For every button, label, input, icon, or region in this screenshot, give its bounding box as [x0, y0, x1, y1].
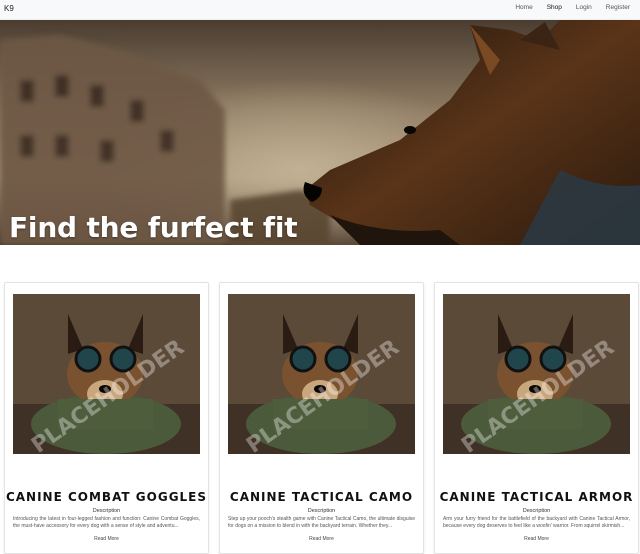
nav-link-home[interactable]: Home	[515, 4, 532, 11]
product-description: Arm your furry friend for the battlefiel…	[443, 516, 630, 529]
hero-banner: Find the furfect fit	[0, 20, 640, 245]
product-subtitle: Description	[522, 508, 551, 514]
read-more-link[interactable]: Read More	[435, 536, 638, 542]
product-description: Introducing the latest in four-legged fa…	[13, 516, 200, 529]
navbar: K9 Home Shop Login Register	[0, 0, 640, 20]
product-card[interactable]: PLACEHOLDER CANINE COMBAT GOGGLES Descri…	[4, 282, 209, 554]
product-card[interactable]: PLACEHOLDER CANINE TACTICAL CAMO Descrip…	[219, 282, 424, 554]
nav-links: Home Shop Login Register	[501, 4, 630, 11]
read-more-link[interactable]: Read More	[5, 536, 208, 542]
product-image[interactable]: PLACEHOLDER	[228, 294, 415, 454]
dog-armor-image: PLACEHOLDER	[443, 294, 630, 454]
product-title: CANINE TACTICAL CAMO	[229, 490, 414, 504]
product-card[interactable]: PLACEHOLDER CANINE TACTICAL ARMOR Descri…	[434, 282, 639, 554]
product-title: CANINE COMBAT GOGGLES	[5, 490, 208, 504]
nav-link-register[interactable]: Register	[606, 4, 630, 11]
read-more-link[interactable]: Read More	[220, 536, 423, 542]
product-subtitle: Description	[92, 508, 121, 514]
product-subtitle: Description	[307, 508, 336, 514]
product-description: Step up your pooch's stealth game with C…	[228, 516, 415, 529]
product-title: CANINE TACTICAL ARMOR	[439, 490, 634, 504]
nav-link-shop[interactable]: Shop	[547, 4, 562, 11]
brand-logo[interactable]: K9	[4, 4, 14, 13]
hero-title: Find the furfect fit	[9, 211, 298, 244]
dog-camo-image: PLACEHOLDER	[228, 294, 415, 454]
product-image[interactable]: PLACEHOLDER	[13, 294, 200, 454]
product-image[interactable]: PLACEHOLDER	[443, 294, 630, 454]
dog-goggles-image: PLACEHOLDER	[13, 294, 200, 454]
nav-link-login[interactable]: Login	[576, 4, 592, 11]
